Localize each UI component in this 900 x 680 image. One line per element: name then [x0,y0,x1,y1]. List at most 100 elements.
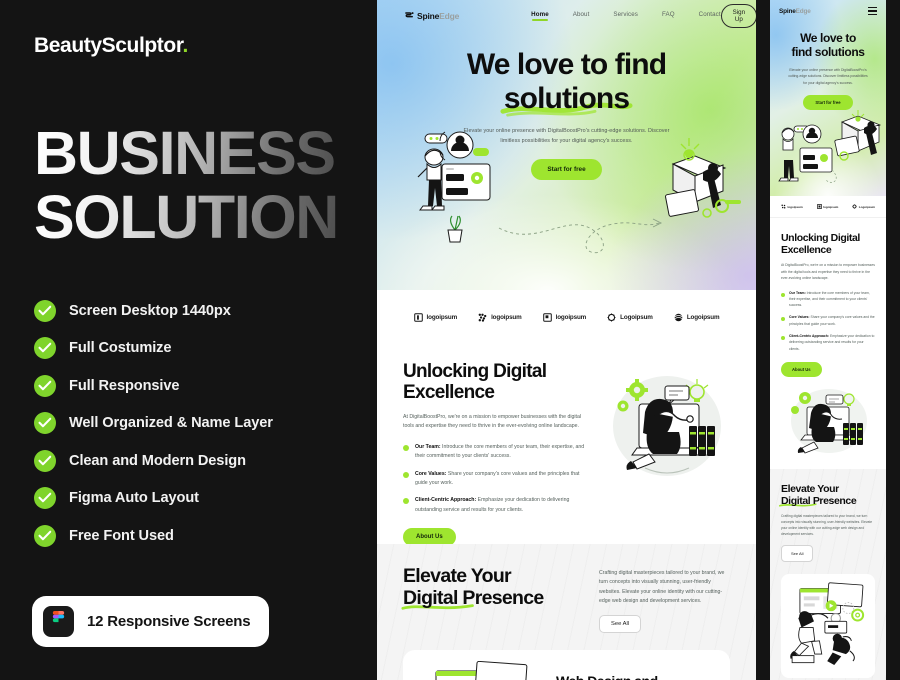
list-item: Logoipsum [607,313,653,322]
check-icon [34,449,56,472]
mobile-client-logos: logoipsum logoipsum Logoipsum [770,196,886,218]
elevate-header: Elevate Your Digital Presence Crafting d… [401,565,730,634]
mobile-elevate-title-line-1: Elevate Your [781,482,839,495]
section-title: Unlocking Digital Excellence [403,361,547,403]
feature-label: Figma Auto Layout [69,490,199,507]
mobile-service-card[interactable] [781,574,875,679]
mobile-hero-title-line-2: find solutions [791,44,866,59]
check-icon [34,299,56,322]
bullet-dot-icon [781,317,785,322]
list-item: Core Values: Share your company's core v… [403,470,591,489]
bullet-dot-icon [403,471,409,478]
bullet-text: Core Values: Share your company's core v… [789,315,875,326]
mobile-see-all-button[interactable]: See All [781,545,814,563]
list-item: Full Responsive [34,374,343,397]
mobile-hero-section: SpineEdge We love to find solutions Elev… [770,0,886,196]
list-item: Logoipsum [674,313,720,322]
dots-icon [781,204,786,209]
mobile-mockup-panel: SpineEdge We love to find solutions Elev… [756,0,900,680]
check-icon [34,337,56,360]
list-item: Full Costumize [34,337,343,360]
mobile-hero-subtitle: Elevate your online presence with Digita… [788,67,868,85]
bracket-icon [413,312,423,322]
list-item: Core Values: Share your company's core v… [781,314,875,327]
page-title: BUSINESS SOLUTION [34,123,343,248]
mobile-site-logo[interactable]: SpineEdge [779,8,811,15]
unlocking-illustration [601,362,731,518]
mobile-elevate-section: Elevate Your Digital Presence Crafting d… [770,468,886,680]
mobile-unlocking-illustration [781,383,875,457]
site-navbar: SpineEdge Home About Services FAQ Contac… [377,0,756,31]
logo-label: logoipsum [555,313,587,321]
section-description: Crafting digital masterpieces tailored t… [599,570,725,605]
mobile-navbar: SpineEdge [770,0,886,22]
logo-label: logoipsum [426,313,458,321]
section-title: Elevate Your Digital Presence [778,482,875,507]
section-description: Crafting digital masterpieces tailored t… [781,514,873,537]
nav-link-services[interactable]: Services [613,11,638,21]
spine-mark-icon [405,12,414,18]
mobile-service-thumbnail [789,582,867,670]
mobile-hero-illustration [770,108,886,192]
signup-button[interactable]: Sign Up [720,3,756,28]
page-title-line-2: SOLUTION [34,186,343,248]
brand-logo: BeautySculptor. [34,34,343,58]
bullet-text: Client-Centric Approach: Emphasize your … [789,334,875,351]
bullet-text: Core Values: Share your company's core v… [415,470,580,487]
responsive-screens-badge: 12 Responsive Screens [32,596,270,647]
left-info-panel: BeautySculptor. BUSINESS SOLUTION Screen… [0,0,377,680]
site-logo[interactable]: SpineEdge [405,11,459,21]
hamburger-icon[interactable] [868,7,877,15]
hero-title-line-1: We love to find [466,48,667,81]
elevate-right-column: Crafting digital masterpieces tailored t… [599,566,730,634]
mobile-hero-title-line-1: We love to [800,31,856,45]
hero-section: SpineEdge Home About Services FAQ Contac… [377,0,756,290]
badge-label: 12 Responsive Screens [87,613,251,630]
logo-label: logoipsum [823,204,839,209]
check-icon [34,487,56,510]
bullet-dot-icon [781,292,785,297]
list-item: Our Team: Introduce the core members of … [403,443,591,462]
list-item: logoipsum [413,312,458,322]
feature-label: Full Responsive [69,377,180,394]
bullet-dot-icon [403,445,409,452]
list-item: logoipsum [816,204,839,209]
feature-label: Free Font Used [69,527,174,544]
feature-label: Well Organized & Name Layer [69,415,273,432]
logo-label: Logoipsum [620,313,653,321]
dots-icon [478,313,487,322]
square-icon [816,204,822,209]
nav-link-contact[interactable]: Contact [699,11,721,21]
brand-dot: . [182,34,188,57]
mobile-elevate-title-line-2: Digital Presence [778,494,857,507]
logo-label: Logoipsum [686,313,720,321]
nav-link-home[interactable]: Home [531,11,549,21]
section-description: At DigitalBoostPro, we're on a mission t… [403,413,582,430]
list-item: Screen Desktop 1440px [34,299,343,322]
section-title: Unlocking Digital Excellence [781,232,860,257]
mobile-unlocking-section: Unlocking Digital Excellence At DigitalB… [770,218,886,469]
figma-logo-icon [43,606,74,637]
presentation-stage: BeautySculptor. BUSINESS SOLUTION Screen… [0,0,900,680]
logo-label: logoipsum [787,204,803,209]
site-logo-text: SpineEdge [417,10,460,21]
square-icon [542,312,552,322]
mobile-about-us-button[interactable]: About Us [781,361,822,377]
list-item: logoipsum [478,313,522,322]
service-thumbnail [414,661,542,680]
list-item: logoipsum [781,204,803,209]
see-all-button[interactable]: See All [599,615,642,634]
nav-link-about[interactable]: About [573,11,590,21]
bullet-dot-icon [403,498,409,505]
hero-title-line-2: solutions [377,82,756,117]
service-title: Web Design and Development [556,673,719,680]
logo-label: logoipsum [491,313,522,321]
list-item: logoipsum [542,312,587,322]
unlocking-text-column: Unlocking Digital Excellence At DigitalB… [403,361,591,547]
page-title-line-1: BUSINESS [34,123,343,184]
bullet-text: Our Team: Introduce the core members of … [789,290,870,308]
section-title: Elevate Your Digital Presence [401,565,581,633]
check-icon [34,524,56,547]
service-card[interactable]: Web Design and Development Crafting digi… [403,650,730,680]
nav-link-faq[interactable]: FAQ [662,11,675,21]
